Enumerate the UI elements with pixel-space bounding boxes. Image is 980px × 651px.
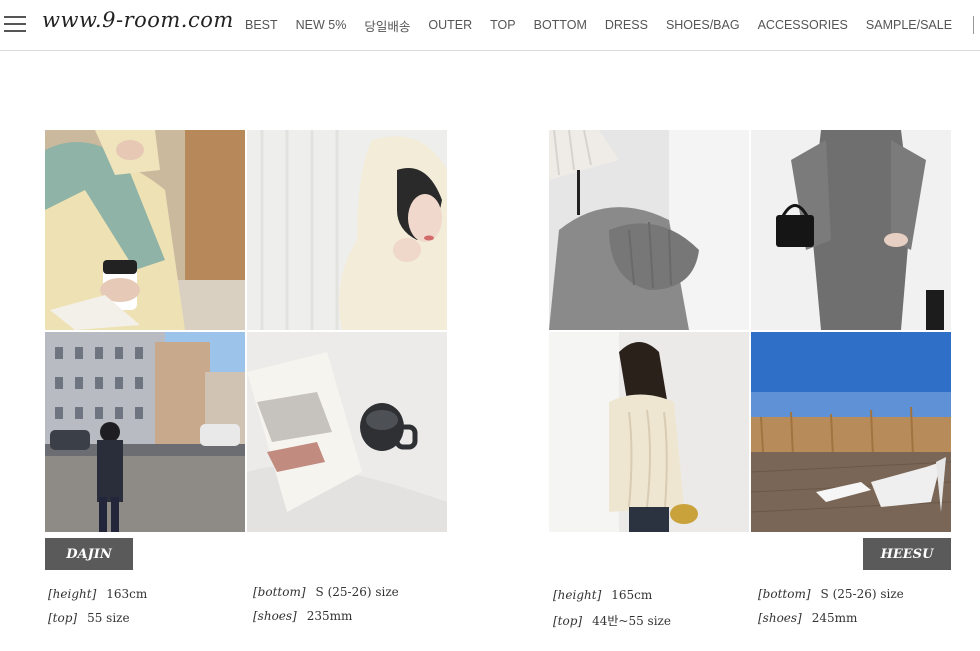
spec-height-dajin: [height] 163cm [48,587,147,601]
spec-value: 44반~55 size [592,614,671,628]
spec-value: 235mm [306,609,353,623]
nav-outer[interactable]: OUTER [428,18,472,32]
site-header: www.9-room.com BEST NEW 5% 당일배송 OUTER TO… [0,0,980,51]
model-photo-grid-heesu [549,130,951,532]
spec-label: [bottom] [758,587,811,601]
site-logo[interactable]: www.9-room.com [42,8,234,32]
photo-magazine-mug[interactable] [247,332,447,532]
spec-value: S (25-26) size [315,585,399,599]
nav-accessories[interactable]: ACCESSORIES [758,18,848,32]
spec-shoes-heesu: [shoes] 245mm [758,611,857,625]
spec-label: [shoes] [758,611,802,625]
hamburger-menu-icon[interactable] [4,16,26,32]
spec-bottom-heesu: [bottom] S (25-26) size [758,587,904,601]
photo-street-buildings[interactable] [45,332,245,532]
nav-bottom[interactable]: BOTTOM [534,18,587,32]
spec-bottom-dajin: [bottom] S (25-26) size [253,585,399,599]
spec-value: 165cm [611,588,653,602]
nav-top[interactable]: TOP [490,18,515,32]
spec-value: 245mm [811,611,858,625]
spec-value: S (25-26) size [820,587,904,601]
spec-shoes-dajin: [shoes] 235mm [253,609,352,623]
photo-deck-chairs-reeds[interactable] [751,332,951,532]
photo-knit-sweater-coffee[interactable] [45,130,245,330]
photo-cable-knit-back[interactable] [549,332,749,532]
main-nav: BEST NEW 5% 당일배송 OUTER TOP BOTTOM DRESS … [236,0,961,50]
nav-shoes-bag[interactable]: SHOES/BAG [666,18,740,32]
spec-top-heesu: [top] 44반~55 size [553,612,671,629]
spec-height-heesu: [height] 165cm [553,588,652,602]
photo-gray-dress-handbag[interactable] [751,130,951,330]
photo-beanie-scarf-lamp[interactable] [549,130,749,330]
spec-label: [height] [553,588,602,602]
model-name-tag-dajin: DAJIN [45,538,133,570]
nav-sample-sale[interactable]: SAMPLE/SALE [866,18,952,32]
spec-label: [height] [48,587,97,601]
model-photo-grid-dajin [45,130,447,532]
model-name-tag-heesu: HEESU [863,538,951,570]
nav-best[interactable]: BEST [245,18,278,32]
spec-label: [shoes] [253,609,297,623]
spec-label: [top] [553,614,583,628]
spec-label: [bottom] [253,585,306,599]
spec-label: [top] [48,611,78,625]
nav-new[interactable]: NEW 5% [296,18,347,32]
spec-value: 163cm [106,587,148,601]
spec-top-dajin: [top] 55 size [48,611,130,625]
nav-divider [973,16,974,34]
photo-hoodie-window[interactable] [247,130,447,330]
spec-value: 55 size [87,611,130,625]
nav-same-day-delivery[interactable]: 당일배송 [364,16,410,35]
nav-dress[interactable]: DRESS [605,18,648,32]
